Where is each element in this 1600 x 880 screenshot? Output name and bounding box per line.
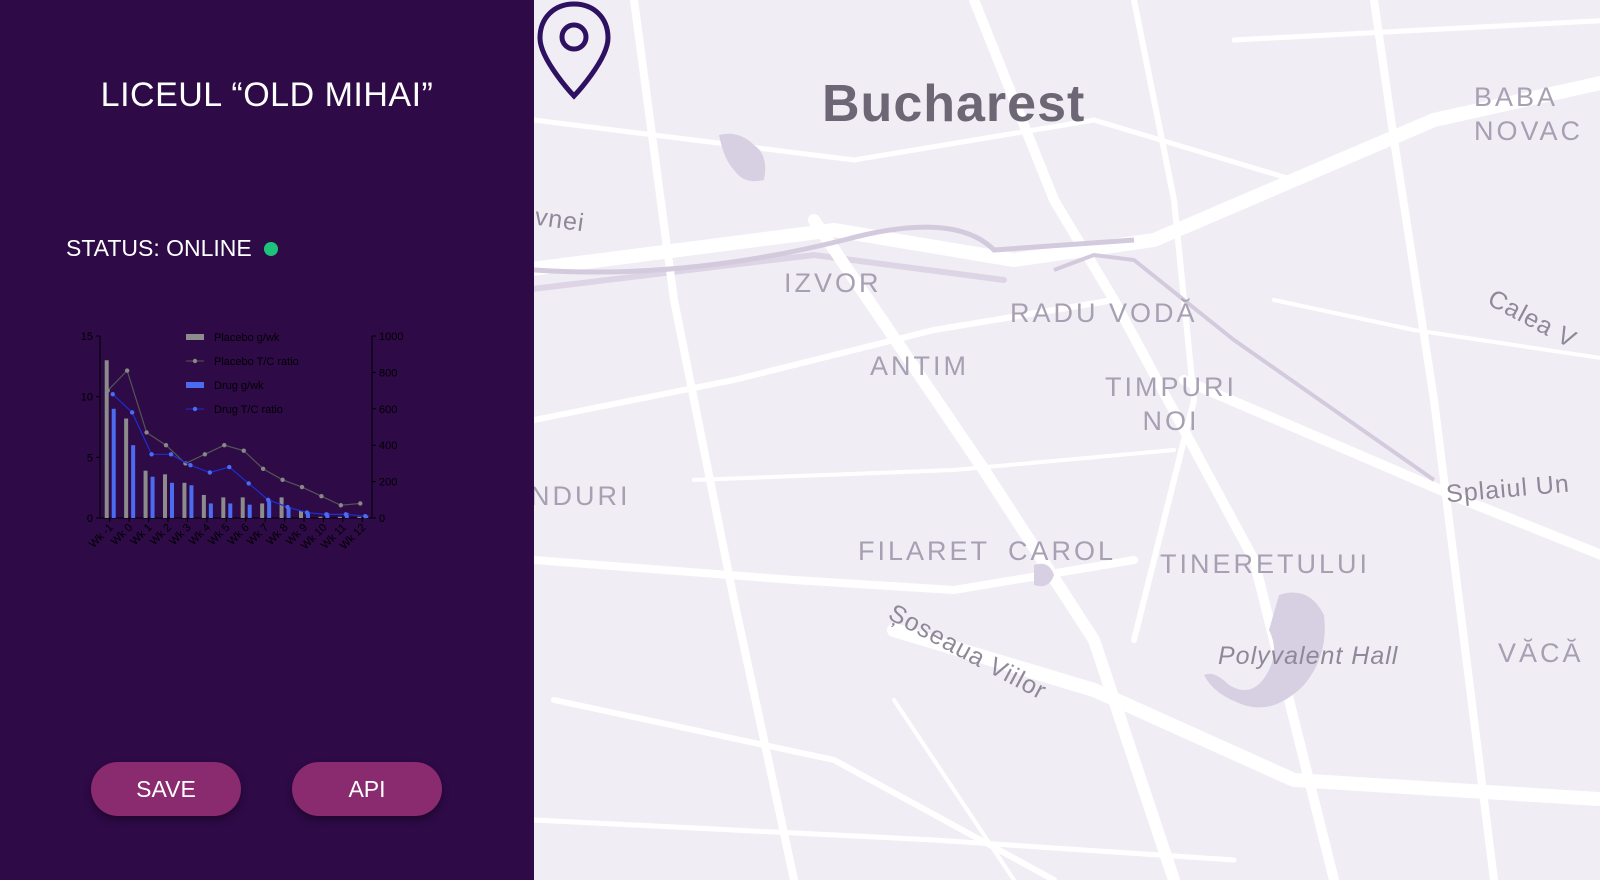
left-tick-label: 15 [81, 331, 93, 343]
bar-drug-g-wk [228, 503, 233, 518]
point-drug-t-c-ratio [110, 392, 115, 397]
x-tick-label: Wk 6 [226, 522, 252, 548]
map-label-filaret: FILARET [858, 536, 991, 566]
left-tick-label: 0 [87, 513, 93, 525]
bar-placebo-g-wk [182, 482, 187, 518]
legend-label: Placebo g/wk [214, 332, 280, 344]
map-view[interactable]: Bucharest BABA NOVAC IZVOR RADU VODĂ ANT… [534, 0, 1600, 880]
point-placebo-t-c-ratio [260, 466, 266, 472]
bar-placebo-g-wk [337, 516, 342, 518]
point-placebo-t-c-ratio [338, 503, 344, 508]
bar-placebo-g-wk [357, 516, 362, 518]
point-drug-t-c-ratio [265, 497, 271, 502]
point-drug-t-c-ratio [207, 470, 213, 475]
bar-placebo-g-wk [318, 516, 323, 518]
status-indicator: STATUS: ONLINE [66, 235, 278, 262]
right-tick-label: 200 [379, 477, 397, 489]
point-placebo-t-c-ratio [163, 443, 169, 448]
sidebar: LICEUL “OLD MIHAI” STATUS: ONLINE 0 5 10 15… [0, 0, 534, 880]
map-label-carol: CAROL [1008, 536, 1117, 566]
x-tick-label: Wk 2 [148, 522, 174, 548]
api-button[interactable]: API [292, 762, 442, 816]
point-placebo-t-c-ratio [105, 388, 110, 393]
legend-marker [192, 406, 198, 412]
bar-placebo-g-wk [124, 418, 129, 518]
map-label-vaca: VĂCĂ [1498, 638, 1584, 668]
point-drug-t-c-ratio [285, 504, 290, 510]
x-tick-label: Wk 3 [167, 522, 193, 548]
x-tick-label: Wk 7 [245, 522, 271, 548]
right-tick-label: 1000 [379, 331, 403, 343]
point-drug-t-c-ratio [168, 452, 174, 457]
point-placebo-t-c-ratio [144, 430, 149, 435]
bar-drug-g-wk [150, 476, 155, 518]
point-placebo-t-c-ratio [222, 443, 227, 448]
map-city-label: Bucharest [822, 75, 1086, 133]
bar-drug-g-wk [267, 499, 272, 518]
bar-placebo-g-wk [279, 497, 284, 518]
bar-drug-g-wk [247, 504, 252, 518]
legend-label: Drug g/wk [214, 380, 264, 392]
map-label-radu-voda: RADU VODĂ [1010, 298, 1198, 328]
map-label-polyvalent-hall: Polyvalent Hall [1218, 642, 1399, 670]
x-tick-label: Wk 1 [128, 522, 154, 548]
point-drug-t-c-ratio [129, 410, 135, 415]
point-drug-t-c-ratio [324, 512, 329, 517]
bar-drug-g-wk [131, 445, 136, 518]
point-placebo-t-c-ratio [299, 484, 305, 490]
point-drug-t-c-ratio [343, 512, 349, 517]
bar-drug-g-wk [189, 485, 194, 518]
bar-placebo-g-wk [240, 497, 245, 518]
status-text: STATUS: ONLINE [66, 235, 252, 261]
legend-label: Drug T/C ratio [214, 404, 283, 416]
legend-swatch [186, 382, 204, 388]
bar-placebo-g-wk [143, 470, 148, 518]
bar-drug-g-wk [111, 408, 116, 518]
x-tick-label: Wk 8 [264, 522, 290, 548]
map-label-nduri: NDURI [534, 481, 631, 511]
map-label-izvor: IZVOR [784, 268, 882, 298]
school-title: LICEUL “OLD MIHAI” [100, 76, 434, 114]
point-drug-t-c-ratio [304, 510, 310, 515]
map-label-antim: ANTIM [870, 351, 969, 381]
right-tick-label: 400 [379, 440, 397, 452]
point-placebo-t-c-ratio [124, 368, 130, 373]
point-drug-t-c-ratio [227, 464, 232, 470]
point-drug-t-c-ratio [188, 463, 193, 468]
point-placebo-t-c-ratio [202, 452, 208, 457]
legend-swatch [186, 334, 204, 340]
bar-placebo-g-wk [201, 494, 206, 518]
point-placebo-t-c-ratio [358, 501, 363, 506]
point-drug-t-c-ratio [246, 481, 251, 486]
point-drug-t-c-ratio [363, 513, 368, 519]
map-label-tineretului: TINERETULUI [1160, 549, 1371, 579]
bar-placebo-g-wk [104, 360, 109, 518]
point-drug-t-c-ratio [149, 452, 154, 457]
chart-svg: 05101502004006008001000Wk -1Wk 0Wk 1Wk 2… [81, 331, 404, 552]
bar-placebo-g-wk [260, 503, 265, 518]
map-label-timpuri-noi: TIMPURI NOI [1105, 372, 1237, 436]
save-button[interactable]: SAVE [91, 762, 241, 816]
x-tick-label: Wk 5 [206, 522, 232, 548]
bar-placebo-g-wk [221, 497, 226, 518]
legend-label: Placebo T/C ratio [214, 356, 299, 368]
weekly-chart: 0 5 10 15 0 200 400 600 800 1000 Wk -1 Wk 0 Wk 1 Wk 2… [70, 325, 450, 585]
right-tick-label: 600 [379, 404, 397, 416]
bar-placebo-g-wk [163, 474, 167, 518]
point-placebo-t-c-ratio [241, 448, 246, 453]
map-label-baba-novaci: BABA NOVAC [1474, 82, 1584, 146]
bar-drug-g-wk [208, 503, 213, 518]
left-tick-label: 5 [87, 452, 93, 464]
legend-marker [192, 358, 198, 364]
x-tick-label: Wk 4 [187, 522, 213, 548]
right-tick-label: 800 [379, 367, 397, 379]
left-tick-label: 10 [81, 392, 93, 404]
right-tick-label: 0 [379, 513, 385, 525]
point-placebo-t-c-ratio [319, 493, 324, 499]
map-pin-icon[interactable] [534, 0, 614, 100]
bar-drug-g-wk [170, 482, 174, 518]
x-tick-label: Wk 0 [109, 522, 135, 548]
status-dot-icon [263, 241, 278, 256]
point-placebo-t-c-ratio [280, 477, 285, 482]
